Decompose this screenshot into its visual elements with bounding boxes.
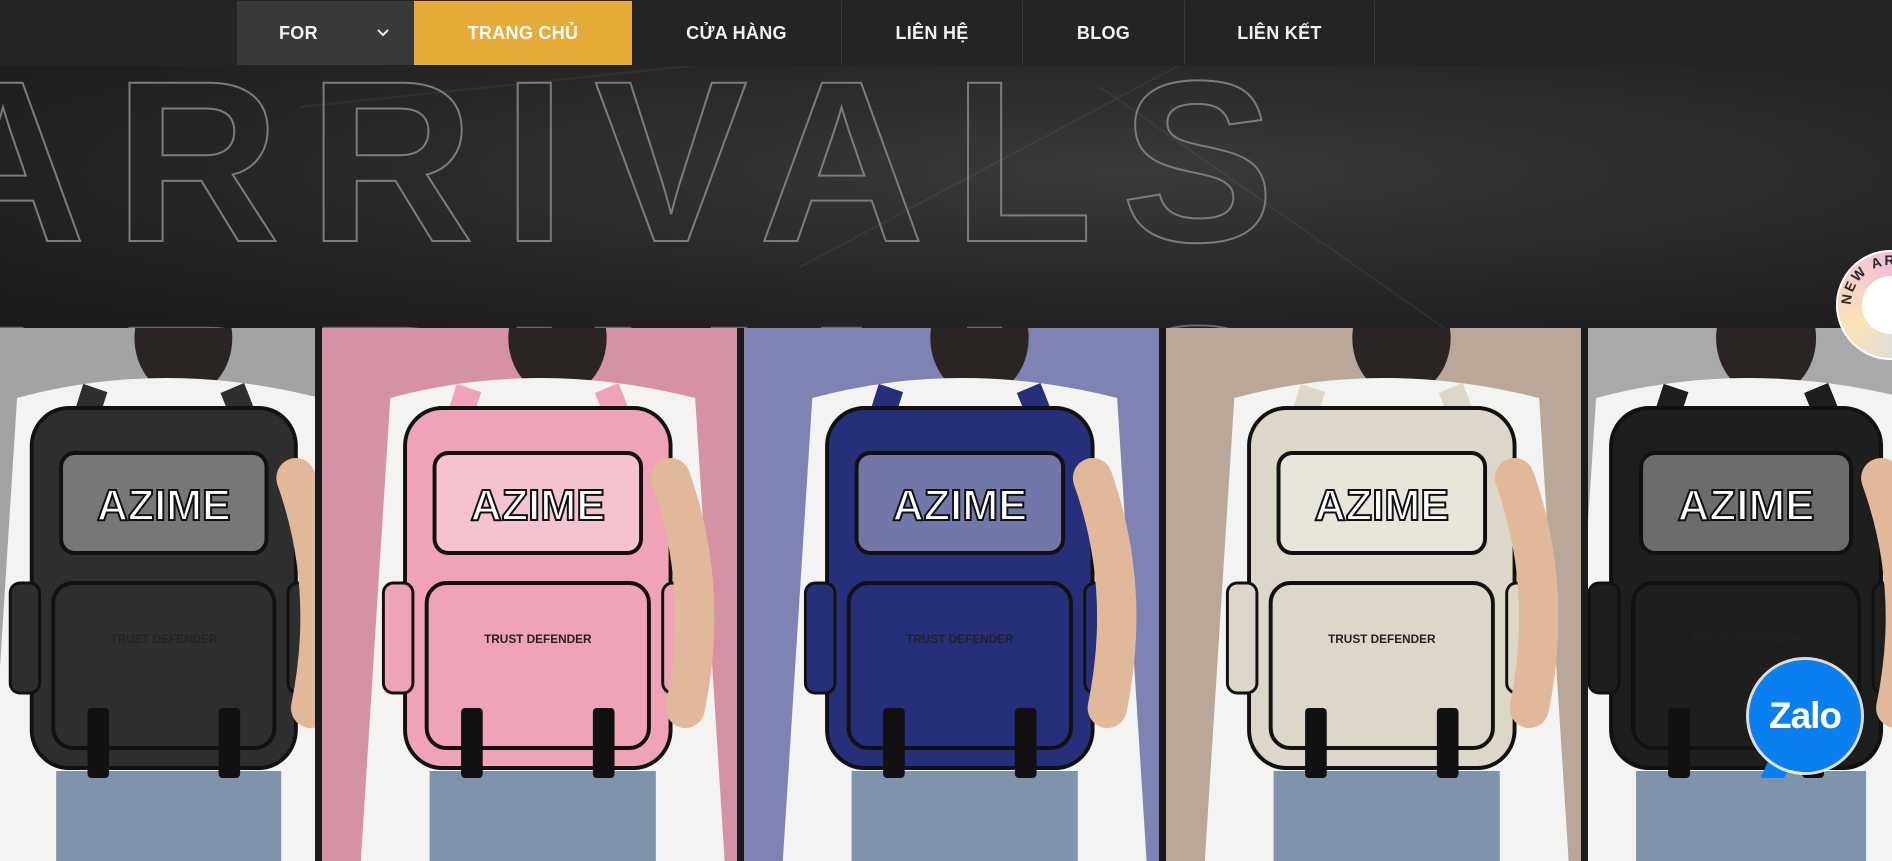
backpack-logo: AZIME (97, 482, 231, 531)
backpack-logo: AZIME (471, 482, 606, 530)
photo-illustration: AZIME TRUST DEFENDER (1166, 328, 1581, 861)
person-jeans (56, 771, 282, 861)
nav-item-shop-label: CỬA HÀNG (686, 22, 787, 43)
nav-item-blog-label: BLOG (1076, 22, 1131, 43)
product-photo-strip: AZIME TRUST DEFENDER AZIME TRUST DEFENDER … (0, 328, 1892, 861)
buckle-left (461, 708, 483, 778)
person-jeans (429, 771, 656, 861)
buckle-left (1305, 708, 1327, 778)
buckle-left (883, 708, 905, 778)
backpack-front-pocket (1268, 581, 1495, 750)
badge-text: NEW ARRIVALS (1838, 252, 1892, 310)
for-dropdown[interactable]: FOR (237, 1, 414, 65)
backpack-side-pocket-left (1588, 581, 1621, 695)
nav-item-home-label: TRANG CHỦ (467, 22, 579, 43)
nav-item-links[interactable]: LIÊN KẾT (1185, 1, 1375, 65)
backpack-front-pocket (424, 581, 651, 750)
nav-item-home[interactable]: TRANG CHỦ (414, 1, 632, 65)
buckle-left (1668, 708, 1691, 778)
backpack-front-pocket (51, 581, 277, 750)
nav-item-shop[interactable]: CỬA HÀNG (632, 1, 842, 65)
product-photo-black[interactable]: AZIME TRUST DEFENDER (0, 328, 322, 861)
photo-illustration: AZIME TRUST DEFENDER (1588, 328, 1892, 861)
backpack-logo: AZIME (1315, 482, 1450, 530)
person-jeans (1636, 771, 1867, 861)
svg-text:NEW ARRIVALS: NEW ARRIVALS (1838, 252, 1892, 310)
for-dropdown-label: FOR (279, 22, 318, 43)
backpack-brand-tag: TRUST DEFENDER (906, 632, 1014, 646)
backpack-brand-tag: TRUST DEFENDER (1328, 632, 1436, 646)
buckle-left (87, 708, 110, 778)
hero-outline-word: ARRIVALS (0, 66, 1303, 290)
buckle-right (1436, 708, 1459, 778)
photo-illustration: AZIME TRUST DEFENDER (744, 328, 1159, 861)
photo-illustration: AZIME TRUST DEFENDER (322, 328, 737, 861)
zalo-label: Zalo (1768, 695, 1842, 736)
hero-outline-word-repeat: ARRIVALS (0, 278, 1303, 328)
nav-item-contact-label: LIÊN HỆ (895, 22, 969, 43)
buckle-right (592, 708, 615, 778)
product-photo-navy[interactable]: AZIME TRUST DEFENDER (744, 328, 1166, 861)
badge-text-ring: NEW ARRIVALS (1838, 252, 1892, 310)
backpack-front-pocket (846, 581, 1073, 750)
nav-item-contact[interactable]: LIÊN HỆ (842, 1, 1023, 65)
backpack-logo: AZIME (1678, 481, 1815, 530)
buckle-right (1014, 708, 1037, 778)
product-photo-pink[interactable]: AZIME TRUST DEFENDER (322, 328, 744, 861)
zalo-chat-button[interactable]: Zalo (1746, 657, 1864, 778)
backpack-side-pocket-left (381, 581, 415, 695)
buckle-right (218, 708, 241, 778)
hero-banner: ARRIVALS ARRIVALS (0, 66, 1892, 328)
photo-illustration: AZIME TRUST DEFENDER (0, 328, 315, 861)
backpack-side-pocket-left (8, 581, 42, 695)
backpack-side-pocket-left (803, 581, 837, 695)
top-navigation: FOR TRANG CHỦ CỬA HÀNG LIÊN HỆ BLOG LIÊN… (0, 0, 1892, 67)
nav-item-links-label: LIÊN KẾT (1237, 22, 1322, 43)
backpack-brand-tag: TRUST DEFENDER (110, 632, 217, 646)
outlined-text-background: ARRIVALS ARRIVALS (0, 66, 1303, 328)
backpack-side-pocket-left (1225, 581, 1259, 695)
nav-menu: FOR TRANG CHỦ CỬA HÀNG LIÊN HỆ BLOG LIÊN… (237, 1, 1375, 65)
person-jeans (1273, 771, 1500, 861)
backpack-logo: AZIME (893, 482, 1028, 530)
person-jeans (851, 771, 1078, 861)
backpack-brand-tag: TRUST DEFENDER (1691, 632, 1801, 646)
product-photo-black-2[interactable]: AZIME TRUST DEFENDER (1588, 328, 1892, 861)
product-photo-beige[interactable]: AZIME TRUST DEFENDER (1166, 328, 1588, 861)
nav-item-blog[interactable]: BLOG (1023, 1, 1185, 65)
new-arrivals-badge: NEW ARRIVALS (1836, 250, 1892, 360)
chevron-down-icon (377, 29, 389, 37)
backpack-brand-tag: TRUST DEFENDER (484, 632, 592, 646)
